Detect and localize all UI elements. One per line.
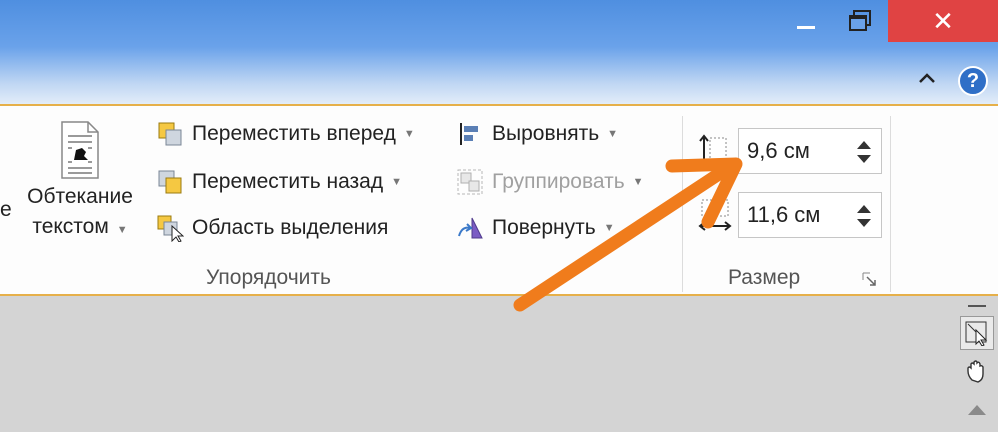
group-separator xyxy=(890,116,891,292)
align-icon xyxy=(456,120,484,148)
split-handle-icon xyxy=(968,305,986,307)
align-button[interactable]: Выровнять ▼ xyxy=(456,120,618,148)
collapse-ribbon-button[interactable] xyxy=(912,70,942,94)
side-toolbar xyxy=(958,300,998,432)
triangle-up-icon xyxy=(968,405,986,415)
rotate-icon xyxy=(456,214,484,242)
bring-forward-label: Переместить вперед xyxy=(192,122,396,145)
help-button[interactable]: ? xyxy=(958,66,988,96)
close-button[interactable]: ✕ xyxy=(888,0,998,42)
ribbon: е Обтекание текстом ▼ Переместить вперед … xyxy=(0,104,998,296)
chevron-up-icon xyxy=(919,73,935,83)
selection-pane-label: Область выделения xyxy=(192,216,389,239)
select-objects-icon xyxy=(965,321,988,346)
wrap-text-label-2: текстом ▼ xyxy=(32,215,128,238)
group-button[interactable]: Группировать ▼ xyxy=(456,168,644,196)
size-group-label: Размер xyxy=(728,266,801,289)
restore-icon xyxy=(849,10,871,31)
shape-width-value: 11,6 см xyxy=(747,202,821,227)
hand-icon xyxy=(967,360,984,383)
chevron-down-icon: ▼ xyxy=(603,222,615,234)
shape-height-input[interactable]: 9,6 см xyxy=(738,128,882,174)
group-label: Группировать xyxy=(492,170,625,193)
chevron-down-icon: ▼ xyxy=(391,176,402,188)
split-handle[interactable] xyxy=(960,300,994,312)
select-objects-button[interactable] xyxy=(960,316,994,350)
close-icon: ✕ xyxy=(932,5,954,36)
chevron-down-icon: ▼ xyxy=(403,128,415,140)
shape-height-value: 9,6 см xyxy=(747,138,810,163)
rotate-label: Повернуть xyxy=(492,216,596,239)
spin-arrows-icon[interactable] xyxy=(855,199,873,233)
selection-pane-icon xyxy=(156,214,184,242)
shape-width-input[interactable]: 11,6 см xyxy=(738,192,882,238)
shape-width-icon xyxy=(698,199,732,231)
wrap-text-button[interactable]: Обтекание текстом ▼ xyxy=(20,114,140,245)
bring-forward-icon xyxy=(156,120,184,148)
arrange-group-label: Упорядочить xyxy=(206,266,331,289)
chevron-down-icon: ▼ xyxy=(607,128,619,140)
scroll-up-button[interactable] xyxy=(960,392,994,426)
align-label: Выровнять xyxy=(492,122,600,145)
pan-tool-button[interactable] xyxy=(960,354,994,388)
send-backward-label: Переместить назад xyxy=(192,170,384,193)
minimize-button[interactable] xyxy=(780,0,832,42)
selection-pane-button[interactable]: Область выделения xyxy=(156,214,388,242)
wrap-text-icon xyxy=(61,121,99,179)
chevron-down-icon: ▼ xyxy=(632,176,644,188)
cut-off-label: е xyxy=(0,198,12,221)
group-separator xyxy=(682,116,683,292)
shape-height-icon xyxy=(699,134,727,170)
bring-forward-button[interactable]: Переместить вперед ▼ xyxy=(156,120,415,148)
restore-button[interactable] xyxy=(834,0,886,42)
wrap-text-label-1: Обтекание xyxy=(27,185,133,208)
document-workspace xyxy=(0,296,998,432)
spin-arrows-icon[interactable] xyxy=(855,135,873,169)
group-icon xyxy=(456,168,484,196)
help-icon: ? xyxy=(966,69,980,92)
rotate-button[interactable]: Повернуть ▼ xyxy=(456,214,615,242)
minimize-icon xyxy=(797,26,815,29)
send-backward-icon xyxy=(156,168,184,196)
send-backward-button[interactable]: Переместить назад ▼ xyxy=(156,168,402,196)
dialog-launcher-icon[interactable] xyxy=(862,272,876,286)
title-bar: ✕ ? xyxy=(0,0,998,104)
